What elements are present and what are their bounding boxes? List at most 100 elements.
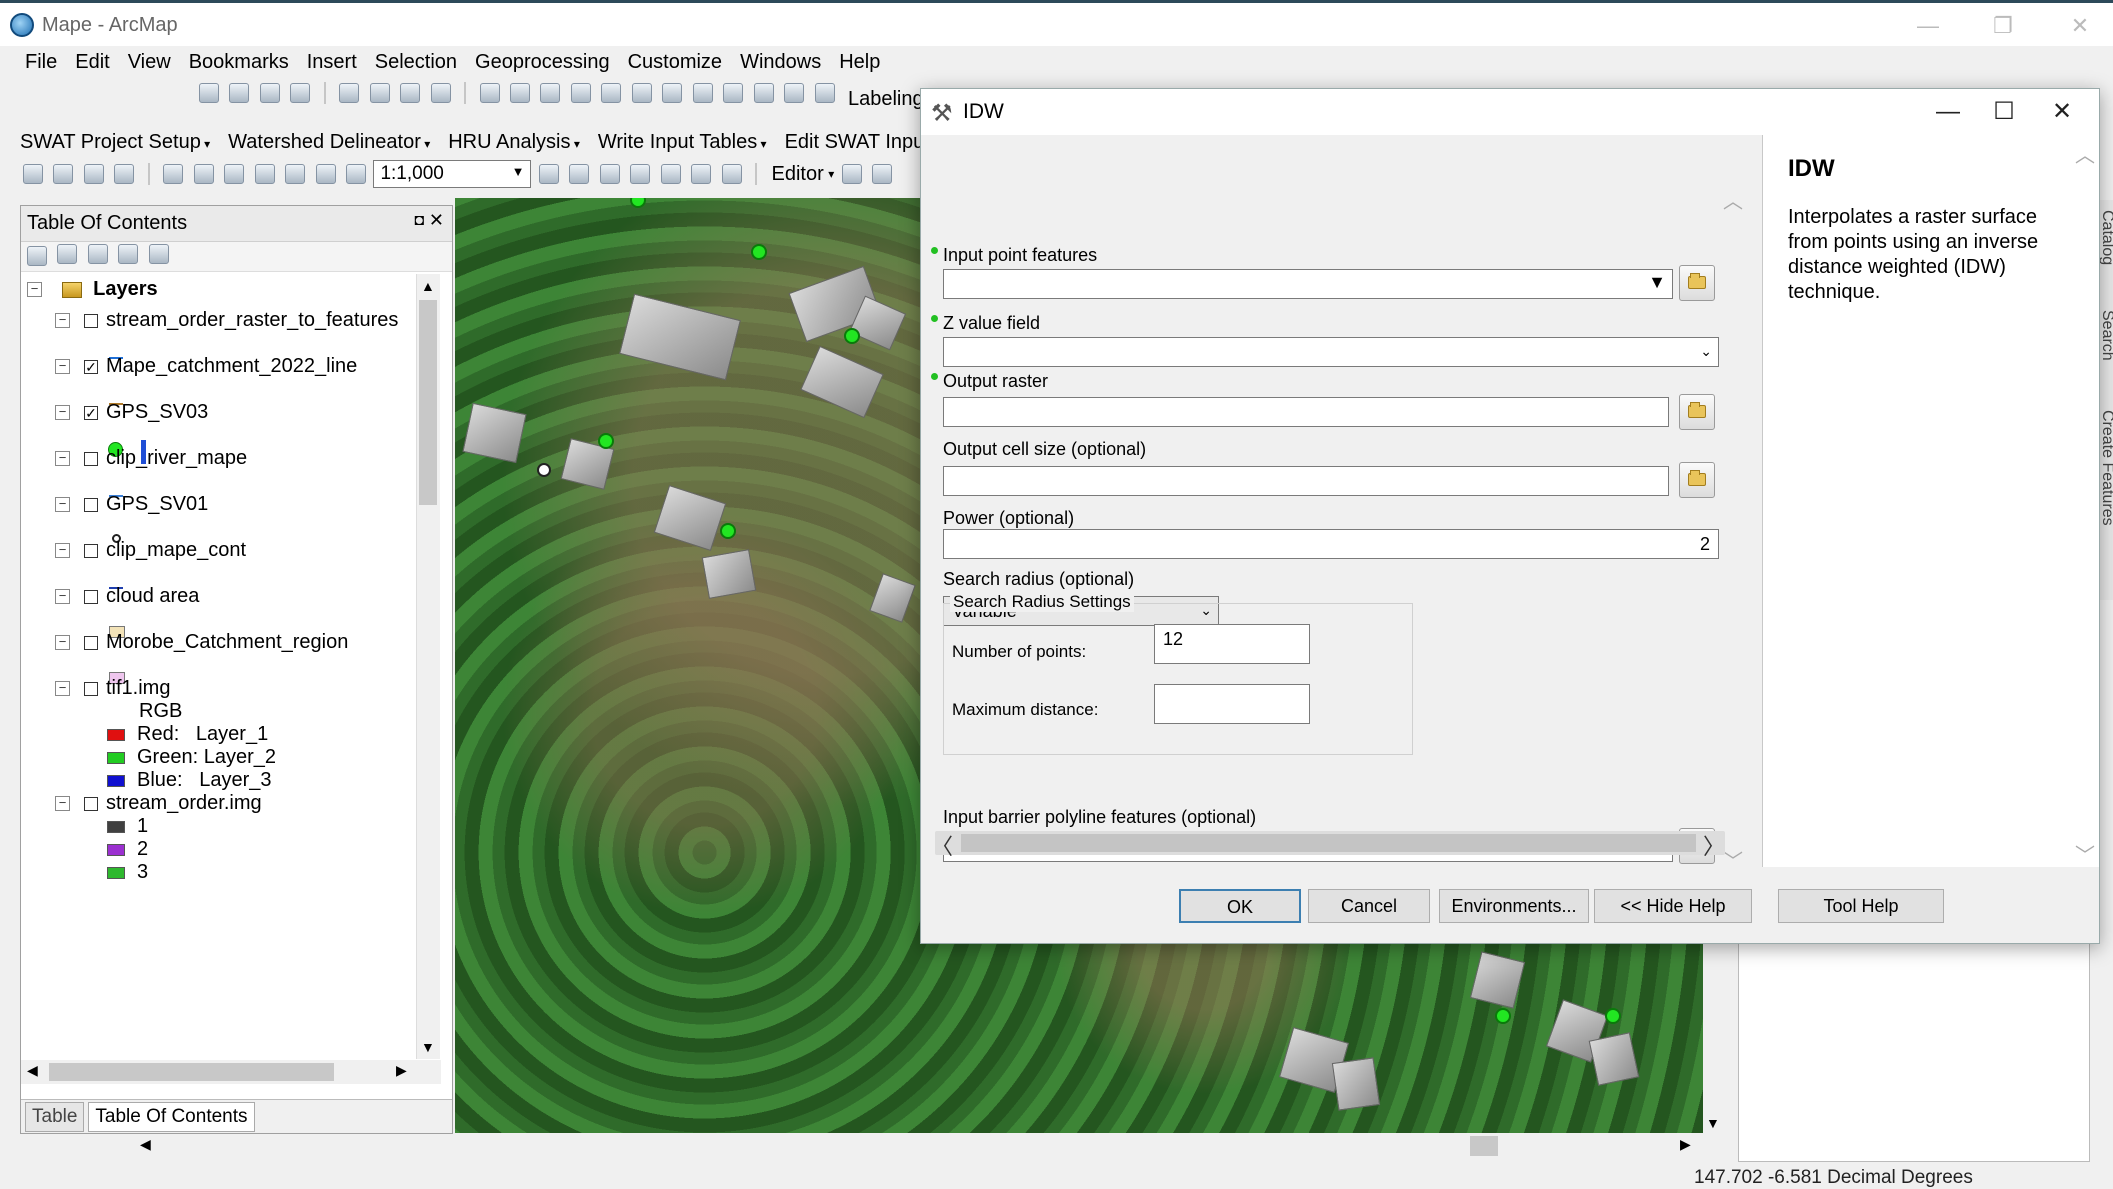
gps-point-marker[interactable] xyxy=(1605,1008,1621,1024)
toc-vertical-scrollbar[interactable]: ▲ ▼ xyxy=(416,274,440,1059)
hyperlink-icon[interactable] xyxy=(601,83,622,103)
search-tab[interactable]: Search xyxy=(2098,310,2113,361)
identify-icon[interactable] xyxy=(570,83,591,103)
layer-visibility-checkbox[interactable] xyxy=(84,497,98,512)
toc-layer-row[interactable]: − clip_mape_cont xyxy=(55,535,246,565)
collapse-icon[interactable]: − xyxy=(55,543,70,559)
close-button[interactable]: ✕ xyxy=(2060,11,2100,41)
environments-button[interactable]: Environments... xyxy=(1439,889,1589,923)
scroll-right-icon[interactable]: ▶ xyxy=(396,1062,407,1079)
gps-point-marker[interactable] xyxy=(1495,1008,1511,1024)
python-window-icon[interactable] xyxy=(691,164,712,184)
pan-icon[interactable] xyxy=(259,83,280,103)
swat-edit-input-menu[interactable]: Edit SWAT Input xyxy=(785,131,940,154)
z-field-select[interactable]: ⌄ xyxy=(943,337,1719,367)
cancel-button[interactable]: Cancel xyxy=(1308,889,1430,923)
gps-sv01-marker[interactable] xyxy=(537,463,551,477)
find-icon[interactable] xyxy=(692,83,713,103)
scroll-right-icon[interactable]: ▶ xyxy=(1680,1136,1691,1153)
list-by-drawing-order-icon[interactable] xyxy=(27,246,47,266)
scroll-up-icon[interactable]: ▲ xyxy=(421,278,435,294)
fixed-zoom-in-icon[interactable] xyxy=(339,83,360,103)
menu-bookmarks[interactable]: Bookmarks xyxy=(180,46,298,78)
layer-visibility-checkbox[interactable] xyxy=(84,589,98,604)
autohide-pin-icon[interactable]: ◘ xyxy=(414,212,424,230)
redo-icon[interactable] xyxy=(315,164,336,184)
collapse-icon[interactable]: − xyxy=(55,405,70,421)
collapse-icon[interactable]: − xyxy=(55,451,70,467)
menu-windows[interactable]: Windows xyxy=(731,46,830,78)
find-route-icon[interactable] xyxy=(723,83,744,103)
search-window-icon[interactable] xyxy=(630,164,651,184)
form-vertical-scrollbar[interactable]: ︿ ﹀ xyxy=(1723,185,1743,875)
edit-tool-icon[interactable] xyxy=(841,164,862,184)
tool-help-button[interactable]: Tool Help xyxy=(1778,889,1944,923)
collapse-icon[interactable]: − xyxy=(55,589,70,605)
select-features-icon[interactable] xyxy=(479,83,500,103)
select-elements-icon[interactable] xyxy=(540,83,561,103)
toc-layer-row[interactable]: − Morobe_Catchment_region xyxy=(55,627,348,657)
scroll-up-icon[interactable]: ︿ xyxy=(2075,139,2095,168)
scroll-left-icon[interactable]: 〈 xyxy=(931,829,953,861)
toc-layer-row[interactable]: − stream_order_raster_to_features xyxy=(55,305,398,335)
zoom-out-icon[interactable] xyxy=(229,83,250,103)
swat-watershed-delineator-menu[interactable]: Watershed Delineator xyxy=(228,131,430,154)
scroll-thumb[interactable] xyxy=(961,834,1696,852)
zoom-in-icon[interactable] xyxy=(199,83,219,103)
sketch-tool-icon[interactable] xyxy=(872,164,893,184)
hide-help-button[interactable]: << Hide Help xyxy=(1594,889,1752,923)
max-distance-input[interactable] xyxy=(1154,684,1310,724)
menu-insert[interactable]: Insert xyxy=(298,46,366,78)
gps-point-marker[interactable] xyxy=(630,198,646,208)
catalog-window-icon[interactable] xyxy=(599,164,620,184)
scroll-right-icon[interactable]: 〉 xyxy=(1703,829,1725,861)
scroll-down-icon[interactable]: ﹀ xyxy=(2075,839,2095,868)
collapse-icon[interactable]: − xyxy=(55,681,70,697)
collapse-icon[interactable]: − xyxy=(55,635,70,651)
dialog-close-button[interactable]: ✕ xyxy=(2042,97,2082,127)
list-by-selection-icon[interactable] xyxy=(118,244,139,264)
ok-button[interactable]: OK xyxy=(1179,889,1301,923)
cut-icon[interactable] xyxy=(163,164,184,184)
layer-visibility-checkbox[interactable]: ✓ xyxy=(84,405,98,420)
new-document-icon[interactable] xyxy=(23,164,43,184)
options-icon[interactable] xyxy=(148,244,169,264)
catalog-tab[interactable]: Catalog xyxy=(2098,210,2113,265)
forward-icon[interactable] xyxy=(430,83,451,103)
browse-input-points-button[interactable] xyxy=(1679,265,1715,301)
scroll-thumb[interactable] xyxy=(419,300,437,505)
undo-icon[interactable] xyxy=(285,164,306,184)
open-icon[interactable] xyxy=(53,164,74,184)
toc-layer-row[interactable]: − GPS_SV01 xyxy=(55,489,208,519)
swat-hru-analysis-menu[interactable]: HRU Analysis xyxy=(448,131,580,154)
cell-size-input[interactable] xyxy=(943,466,1669,496)
tab-table-of-contents[interactable]: Table Of Contents xyxy=(88,1101,255,1132)
browse-output-raster-button[interactable] xyxy=(1679,394,1715,430)
layers-root[interactable]: − Layers xyxy=(27,274,158,304)
html-popup-icon[interactable] xyxy=(631,83,652,103)
list-by-source-icon[interactable] xyxy=(57,244,78,264)
fixed-zoom-out-icon[interactable] xyxy=(369,83,390,103)
layer-visibility-checkbox[interactable] xyxy=(84,451,98,466)
minimize-button[interactable]: — xyxy=(1908,11,1948,41)
back-icon[interactable] xyxy=(400,83,421,103)
table-of-contents-icon[interactable] xyxy=(569,164,590,184)
gps-point-marker[interactable] xyxy=(598,433,614,449)
toc-layer-row[interactable]: − clip_river_mape xyxy=(55,443,247,473)
labeling-toolbar[interactable]: Labeling xyxy=(848,88,924,111)
copy-icon[interactable] xyxy=(193,164,214,184)
scroll-up-icon[interactable]: ︿ xyxy=(1723,185,1743,214)
scroll-thumb[interactable] xyxy=(49,1063,334,1081)
browse-cell-size-button[interactable] xyxy=(1679,462,1715,498)
gps-point-marker[interactable] xyxy=(751,244,767,260)
clear-selection-icon[interactable] xyxy=(509,83,530,103)
dialog-maximize-button[interactable]: ☐ xyxy=(1984,97,2024,127)
swat-project-setup-menu[interactable]: SWAT Project Setup xyxy=(20,131,210,154)
num-points-input[interactable]: 12 xyxy=(1154,624,1310,664)
toc-layer-row[interactable]: − ✓ Mape_catchment_2022_line xyxy=(55,351,357,381)
time-slider-icon[interactable] xyxy=(784,83,805,103)
form-horizontal-scrollbar[interactable]: 〈 〉 xyxy=(931,831,1725,859)
gps-point-marker[interactable] xyxy=(720,523,736,539)
input-points-combo[interactable]: ▼ xyxy=(943,269,1673,299)
layer-visibility-checkbox[interactable] xyxy=(84,635,98,650)
